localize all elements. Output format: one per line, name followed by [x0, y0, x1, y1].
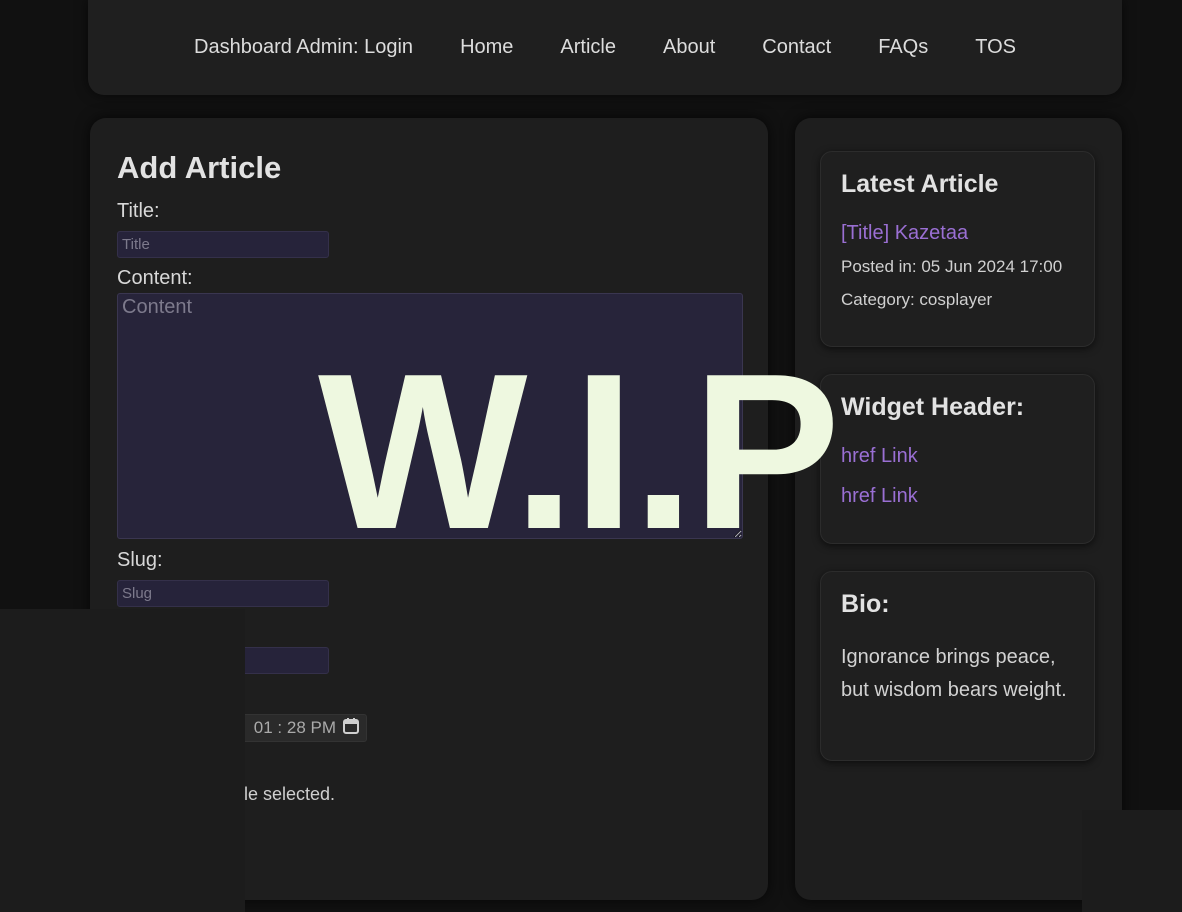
widget-link-2[interactable]: href Link	[841, 485, 1074, 508]
datetime-value: 01 : 28 PM	[253, 718, 336, 737]
bio-card: Bio: Ignorance brings peace, but wisdom …	[820, 571, 1095, 761]
nav-home[interactable]: Home	[460, 36, 513, 59]
wip-overlay-text: W.I.P	[318, 355, 840, 550]
calendar-icon[interactable]	[342, 717, 360, 740]
latest-article-link[interactable]: [Title] Kazetaa	[841, 222, 1074, 245]
content-label: Content:	[117, 267, 193, 289]
redaction-block	[0, 609, 245, 912]
nav-contact[interactable]: Contact	[762, 36, 831, 59]
nav-tos[interactable]: TOS	[975, 36, 1016, 59]
bio-heading: Bio:	[841, 590, 890, 618]
nav-article[interactable]: Article	[560, 36, 616, 59]
bio-text: Ignorance brings peace, but wisdom bears…	[841, 646, 1067, 701]
latest-article-heading: Latest Article	[841, 170, 999, 198]
title-label: Title:	[117, 200, 160, 222]
slug-label: Slug:	[117, 549, 163, 571]
page: Dashboard Admin: Login Home Article Abou…	[0, 0, 1182, 912]
widget-heading: Widget Header:	[841, 393, 1025, 421]
slug-input[interactable]	[117, 580, 329, 607]
redaction-block	[1082, 810, 1182, 912]
nav-about[interactable]: About	[663, 36, 715, 59]
nav-dashboard-login[interactable]: Dashboard Admin: Login	[194, 36, 413, 59]
nav-faqs[interactable]: FAQs	[878, 36, 928, 59]
top-nav: Dashboard Admin: Login Home Article Abou…	[88, 0, 1122, 95]
page-title: Add Article	[117, 150, 282, 185]
posted-date: Posted in: 05 Jun 2024 17:00	[841, 257, 1063, 276]
widget-link-1[interactable]: href Link	[841, 445, 1074, 468]
category-text: Category: cosplayer	[841, 290, 993, 309]
title-input[interactable]	[117, 231, 329, 258]
file-status-text: le selected.	[244, 784, 336, 804]
latest-article-card: Latest Article [Title] Kazetaa Posted in…	[820, 151, 1095, 347]
